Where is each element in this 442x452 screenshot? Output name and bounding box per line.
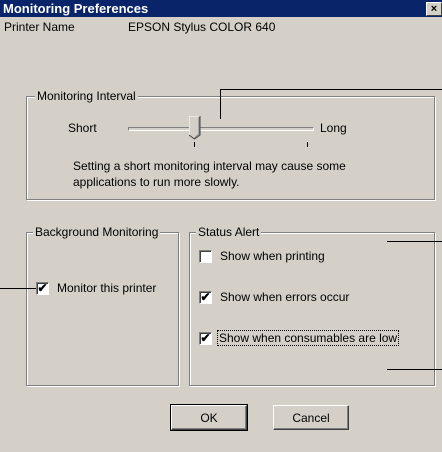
- window-title: Monitoring Preferences: [3, 1, 149, 16]
- interval-note-line2: applications to run more slowly.: [73, 175, 240, 189]
- callout-line-status-alert-top: [387, 241, 442, 242]
- background-monitoring-group: Background Monitoring: [26, 225, 179, 386]
- check-mark-icon: ✔: [37, 281, 48, 295]
- show-when-consumables-low-label[interactable]: Show when consumables are low: [216, 330, 400, 346]
- callout-line-status-alert-bottom: [387, 369, 442, 370]
- cancel-button[interactable]: Cancel: [273, 405, 349, 430]
- show-when-printing-checkbox[interactable]: [199, 250, 212, 263]
- show-when-printing-label[interactable]: Show when printing: [220, 249, 325, 263]
- show-when-errors-checkbox[interactable]: ✔: [199, 291, 212, 304]
- background-monitoring-legend: Background Monitoring: [33, 225, 161, 239]
- ok-button[interactable]: OK: [170, 404, 248, 431]
- check-mark-icon: ✔: [200, 331, 211, 345]
- slider-ticks: [128, 142, 314, 148]
- monitor-printer-label[interactable]: Monitor this printer: [57, 281, 156, 295]
- slider-tick: [193, 142, 195, 147]
- callout-line-slider-horizontal: [220, 89, 442, 90]
- slider-max-label: Long: [320, 121, 347, 135]
- close-button[interactable]: ×: [426, 2, 442, 16]
- close-icon: ×: [430, 2, 438, 15]
- slider-min-label: Short: [68, 121, 97, 135]
- printer-name-value: EPSON Stylus COLOR 640: [128, 20, 276, 34]
- slider-track: [128, 127, 314, 131]
- interval-note-line1: Setting a short monitoring interval may …: [73, 159, 346, 173]
- monitoring-preferences-dialog: Monitoring Preferences × Printer Name EP…: [0, 0, 442, 452]
- slider-tick: [307, 142, 308, 147]
- status-alert-legend: Status Alert: [196, 225, 262, 239]
- monitoring-interval-slider[interactable]: [128, 116, 314, 148]
- monitor-printer-checkbox[interactable]: ✔: [36, 282, 49, 295]
- slider-thumb[interactable]: [188, 116, 201, 140]
- check-mark-icon: ✔: [200, 290, 211, 304]
- printer-name-label: Printer Name: [4, 20, 75, 34]
- callout-line-slider-vertical: [220, 89, 221, 119]
- show-when-consumables-low-checkbox[interactable]: ✔: [199, 332, 212, 345]
- show-when-errors-label[interactable]: Show when errors occur: [220, 290, 349, 304]
- title-bar: Monitoring Preferences ×: [0, 0, 442, 17]
- callout-line-background-monitoring: [0, 288, 36, 289]
- monitoring-interval-legend: Monitoring Interval: [35, 89, 138, 103]
